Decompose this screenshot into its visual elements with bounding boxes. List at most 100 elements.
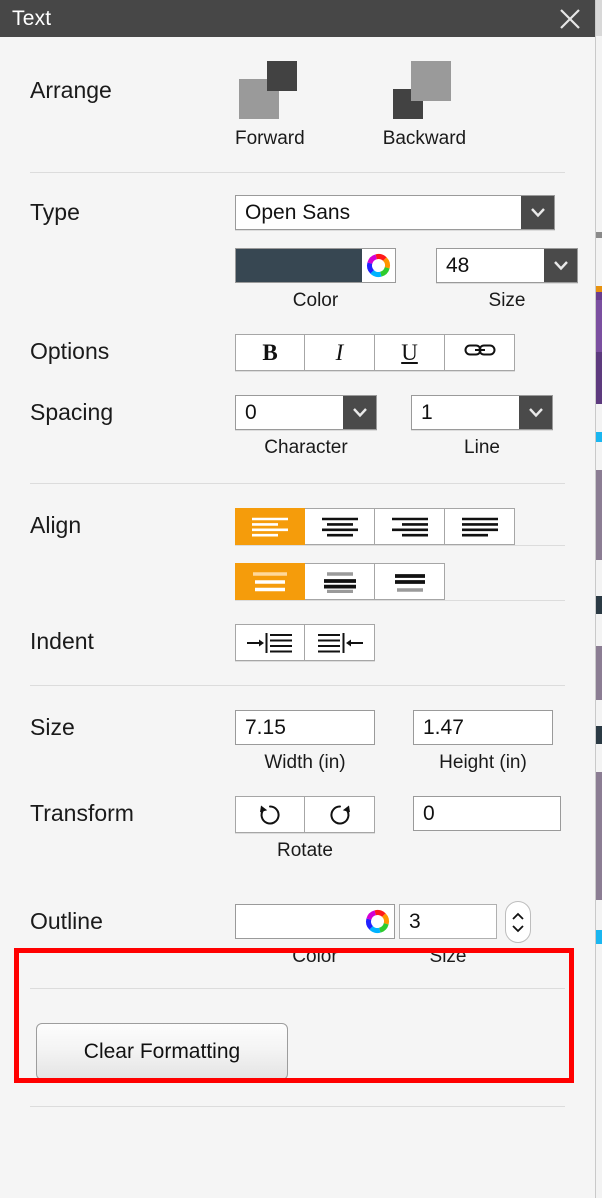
align-top-icon (253, 571, 287, 591)
outline-size-stepper[interactable] (505, 901, 531, 943)
font-family-value: Open Sans (245, 200, 351, 224)
indent-increase-button[interactable] (235, 624, 305, 661)
width-field: 7.15 Width (in) (235, 710, 375, 774)
width-input[interactable]: 7.15 (235, 710, 375, 745)
line-spacing-field: 1 Line (411, 395, 553, 459)
outline-color-fill (236, 905, 361, 938)
send-backward-label: Backward (382, 128, 467, 149)
color-wheel-icon[interactable] (361, 908, 394, 935)
rotate-counterclockwise-button[interactable] (235, 796, 305, 833)
chevron-down-icon[interactable] (343, 396, 376, 429)
text-color-swatch[interactable] (235, 248, 396, 283)
outline-color-swatch[interactable] (235, 904, 395, 939)
italic-glyph: I (335, 339, 344, 365)
arrange-section: Arrange Forward Backward (0, 37, 595, 150)
align-center-icon (321, 517, 358, 537)
panel-title: Text (12, 6, 52, 30)
align-left-button[interactable] (235, 508, 305, 545)
indent-decrease-button[interactable] (305, 624, 375, 661)
rotate-angle-input[interactable]: 0 (413, 796, 561, 831)
character-spacing-select[interactable]: 0 (235, 395, 377, 430)
align-bottom-icon (394, 573, 425, 592)
background-app-strip (596, 0, 602, 1198)
height-caption: Height (in) (439, 752, 527, 773)
align-section: Align (0, 484, 595, 600)
height-input[interactable]: 1.47 (413, 710, 553, 745)
text-color-fill (236, 249, 362, 282)
outline-color-field: Color (235, 904, 395, 968)
align-bottom-button[interactable] (375, 563, 445, 600)
size-label: Size (30, 714, 75, 740)
rotate-clockwise-button[interactable] (305, 796, 375, 833)
close-icon[interactable] (553, 4, 587, 34)
font-size-select[interactable]: 48 (436, 248, 578, 283)
font-family-select[interactable]: Open Sans (235, 195, 555, 230)
transform-section: Transform Rotate 0 (0, 774, 595, 862)
rotate-angle-field: 0 (413, 796, 561, 862)
character-spacing-value: 0 (245, 400, 257, 424)
indent-section: Indent (0, 600, 595, 661)
divider-5 (30, 1106, 565, 1107)
options-section: Options B I U (0, 312, 595, 371)
link-icon (464, 342, 496, 363)
chevron-down-icon[interactable] (544, 249, 577, 282)
align-justify-icon (461, 517, 498, 537)
underline-glyph: U (401, 339, 418, 365)
bring-forward-button[interactable]: Forward (235, 61, 305, 150)
character-spacing-caption: Character (264, 437, 348, 458)
width-value: 7.15 (245, 715, 286, 739)
panel-titlebar: Text (0, 0, 595, 37)
align-left-icon (252, 517, 288, 537)
align-justify-button[interactable] (445, 508, 515, 545)
align-right-button[interactable] (375, 508, 445, 545)
indent-decrease-icon (317, 632, 363, 653)
line-spacing-caption: Line (464, 437, 500, 458)
bold-button[interactable]: B (235, 334, 305, 371)
font-size-field: 48 Size (436, 248, 578, 312)
line-spacing-value: 1 (421, 400, 433, 424)
text-color-caption: Color (292, 290, 339, 311)
rotate-counterclockwise-icon (260, 804, 280, 824)
transform-label: Transform (30, 800, 134, 826)
align-center-button[interactable] (305, 508, 375, 545)
vertical-align-group (235, 563, 565, 600)
bring-forward-label: Forward (235, 128, 305, 149)
font-size-caption: Size (488, 290, 526, 311)
chevron-up-icon (512, 912, 524, 920)
clear-formatting-button[interactable]: Clear Formatting (36, 1023, 288, 1080)
rotate-angle-value: 0 (423, 801, 435, 825)
rotate-button-group (235, 796, 375, 833)
outline-size-field: 3 Size (399, 904, 497, 968)
font-size-value: 48 (446, 253, 470, 277)
bring-forward-icon (238, 61, 301, 119)
underline-button[interactable]: U (375, 334, 445, 371)
chevron-down-icon (512, 924, 524, 932)
italic-button[interactable]: I (305, 334, 375, 371)
chevron-down-icon[interactable] (521, 196, 554, 229)
height-field: 1.47 Height (in) (413, 710, 553, 774)
chevron-down-icon[interactable] (519, 396, 552, 429)
rotate-field: Rotate (235, 796, 375, 862)
outline-size-input[interactable]: 3 (399, 904, 497, 939)
align-middle-button[interactable] (305, 563, 375, 600)
rotate-clockwise-icon (329, 804, 350, 824)
arrange-label: Arrange (30, 77, 112, 103)
align-top-button[interactable] (235, 563, 305, 600)
divider-4 (30, 988, 565, 989)
type-section: Type Open Sans Color 48 Size (0, 173, 595, 312)
height-value: 1.47 (423, 715, 464, 739)
link-button[interactable] (445, 334, 515, 371)
align-middle-icon (323, 571, 356, 593)
type-label: Type (30, 199, 80, 225)
outline-size-caption: Size (429, 946, 467, 967)
line-spacing-select[interactable]: 1 (411, 395, 553, 430)
color-wheel-icon[interactable] (362, 252, 395, 279)
text-properties-panel: Text Arrange Forward Backward Type Open … (0, 0, 596, 1198)
indent-increase-icon (247, 632, 292, 653)
outline-section: Outline Color 3 Size (0, 901, 595, 968)
rotate-caption: Rotate (277, 840, 333, 861)
send-backward-button[interactable]: Backward (383, 61, 466, 150)
align-right-icon (391, 517, 428, 537)
horizontal-align-group (235, 508, 565, 545)
align-label: Align (30, 512, 82, 538)
